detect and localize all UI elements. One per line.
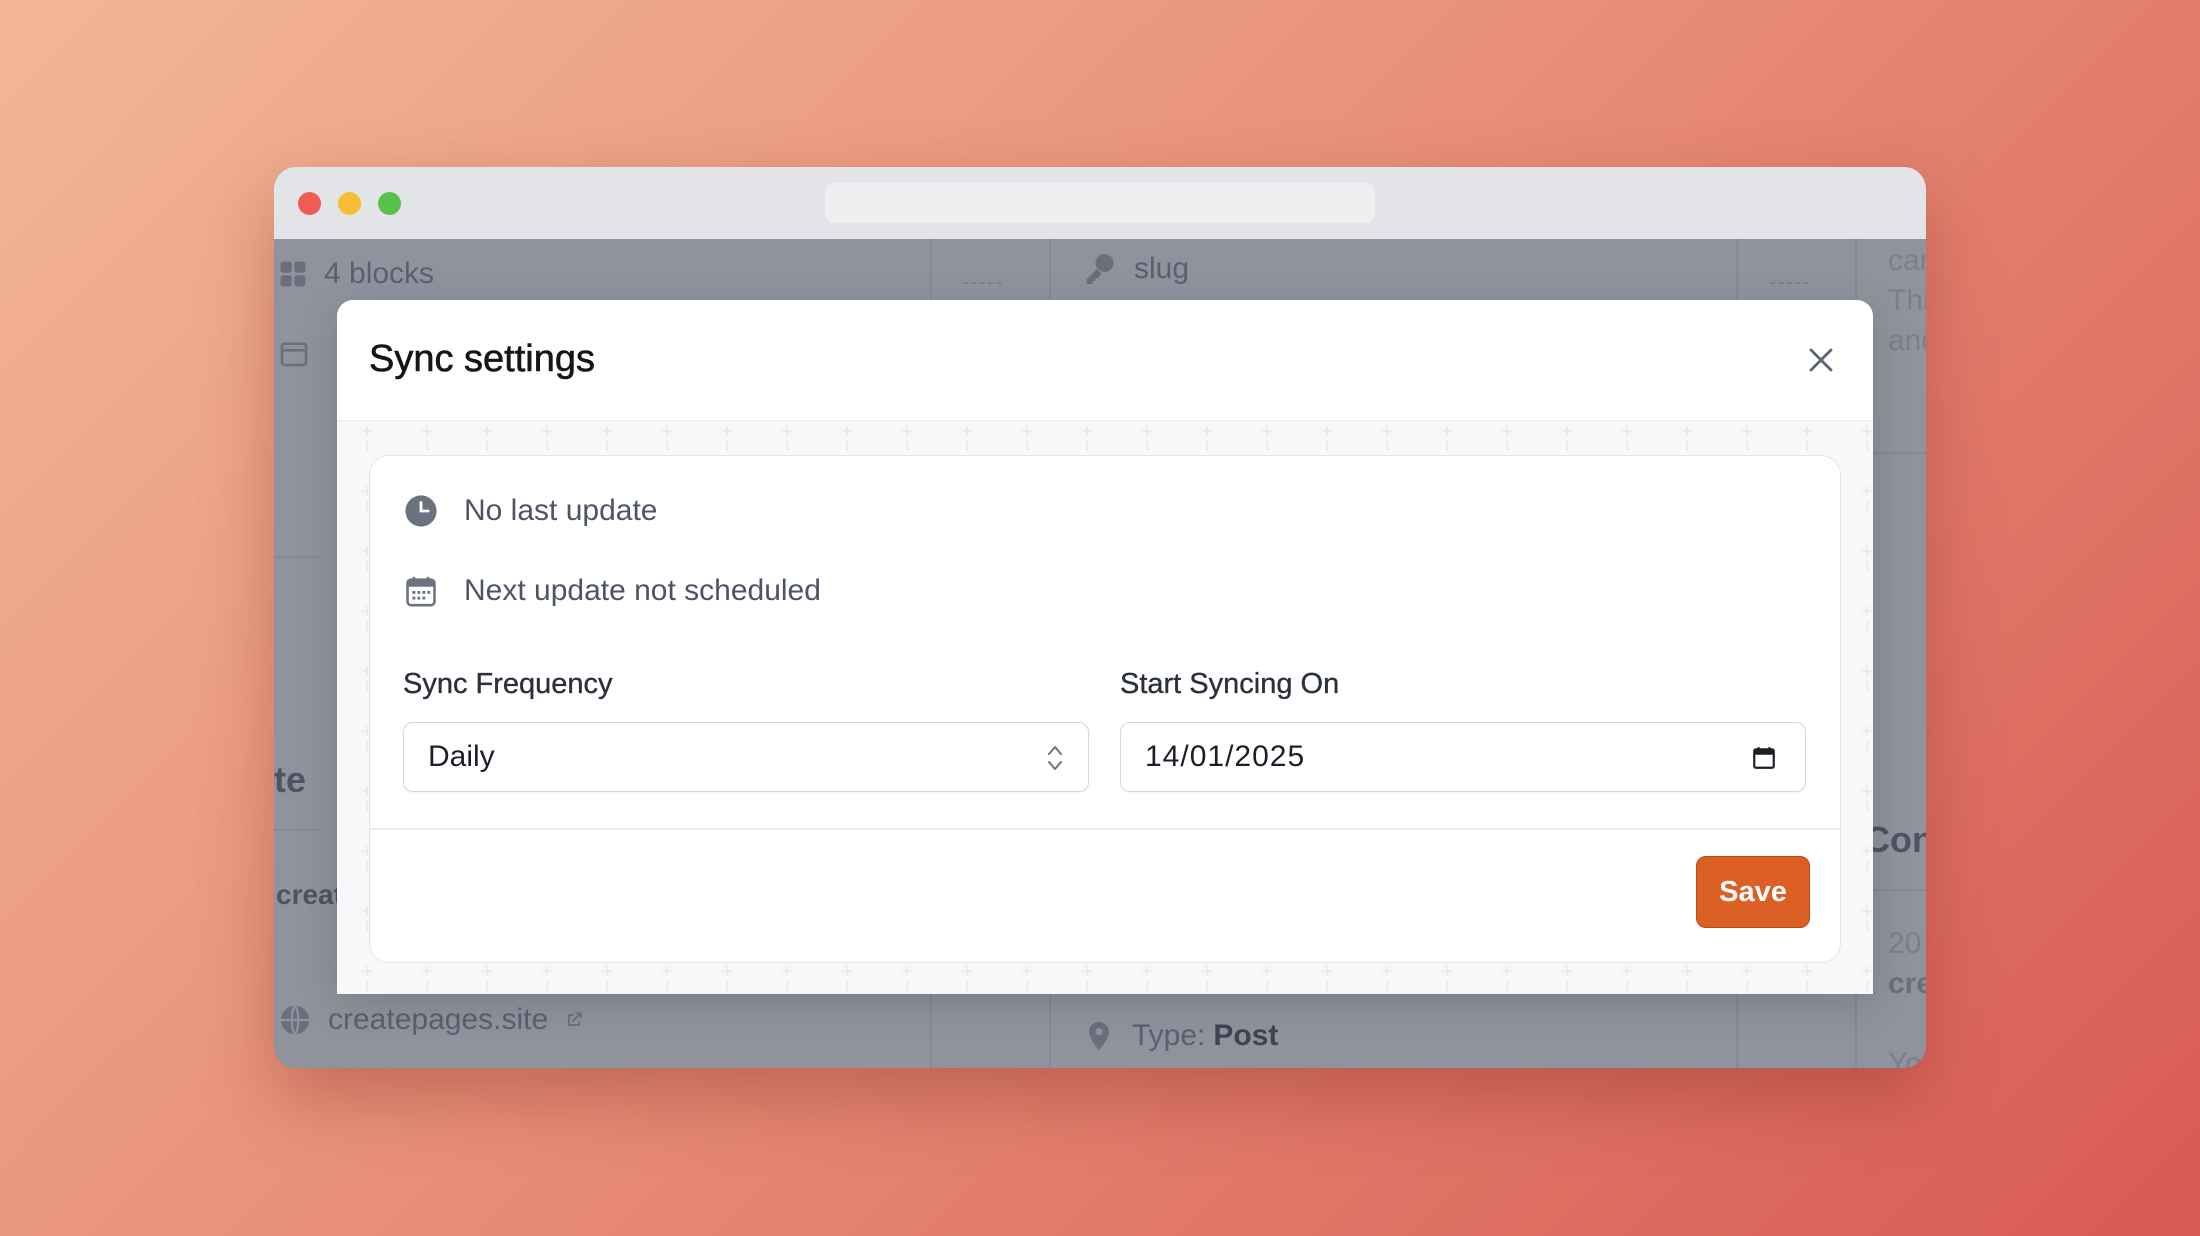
clock-icon: [405, 495, 437, 527]
sync-frequency-label: Sync Frequency: [403, 668, 613, 700]
globe-icon: [280, 1005, 310, 1035]
close-button[interactable]: [1801, 340, 1841, 380]
slug-label: slug: [1134, 252, 1190, 285]
site-link-text[interactable]: createpages.site: [328, 1003, 548, 1037]
dialog-header: Sync settings: [337, 300, 1873, 421]
pin-icon: [1089, 1021, 1109, 1051]
minimize-window-button[interactable]: [338, 192, 361, 215]
divider: [1874, 889, 1926, 891]
blocks-label: 4 blocks: [324, 257, 435, 290]
text-fragment: car: [1888, 244, 1926, 277]
calendar-icon: [406, 576, 436, 607]
chevron-updown-icon: [1048, 746, 1062, 770]
title-bar: [274, 167, 1926, 239]
sync-settings-card: No last update Next update not scheduled…: [369, 455, 1841, 963]
text-fragment: Thi: [1888, 284, 1926, 317]
slug-field: slug: [1082, 251, 1189, 287]
text-fragment: cre: [1888, 967, 1926, 1000]
close-icon: [1809, 348, 1833, 372]
calendar-icon: [280, 342, 308, 367]
calendar-picker-icon[interactable]: [1751, 745, 1777, 771]
key-icon: [1086, 254, 1114, 284]
divider: [274, 556, 319, 558]
placeholder-dashes: -----: [1769, 269, 1811, 294]
text-fragment: te: [274, 759, 307, 800]
blocks-count: 4 blocks: [278, 257, 434, 291]
last-update-row: No last update: [404, 494, 657, 528]
save-button[interactable]: Save: [1696, 856, 1810, 928]
text-fragment: Con: [1864, 819, 1926, 860]
close-window-button[interactable]: [298, 192, 321, 215]
next-update-row: Next update not scheduled: [404, 574, 821, 608]
type-label: Type:: [1132, 1019, 1206, 1052]
sync-frequency-select[interactable]: Daily: [403, 722, 1089, 792]
sync-settings-dialog: Sync settings No last update Next update…: [337, 300, 1873, 994]
site-link[interactable]: createpages.site: [278, 1003, 584, 1037]
text-fragment: Yo: [1888, 1047, 1922, 1068]
text-fragment: 20: [1888, 927, 1922, 960]
divider: [274, 829, 319, 831]
maximize-window-button[interactable]: [378, 192, 401, 215]
external-link-icon: [568, 1012, 582, 1026]
last-update-text: No last update: [464, 494, 658, 527]
divider: [1874, 452, 1926, 454]
text-fragment: creat: [276, 879, 343, 910]
type-field: Type: Post: [1082, 1019, 1278, 1053]
browser-window: 4 blocks ----- ----- slug car Thi anc te…: [274, 167, 1926, 1068]
dialog-body: No last update Next update not scheduled…: [337, 421, 1873, 994]
start-date-input[interactable]: 14/01/2025: [1120, 722, 1806, 792]
next-update-text: Next update not scheduled: [464, 574, 821, 607]
text-fragment: anc: [1888, 324, 1926, 357]
sync-frequency-value: Daily: [428, 740, 495, 773]
dialog-title: Sync settings: [369, 338, 596, 381]
url-bar[interactable]: [825, 183, 1375, 223]
placeholder-dashes: -----: [962, 269, 1004, 294]
grid-icon: [280, 261, 306, 287]
start-date-value: 14/01/2025: [1145, 740, 1306, 773]
card-divider: [370, 828, 1840, 830]
type-value: Post: [1213, 1019, 1279, 1052]
start-syncing-label: Start Syncing On: [1120, 668, 1340, 700]
